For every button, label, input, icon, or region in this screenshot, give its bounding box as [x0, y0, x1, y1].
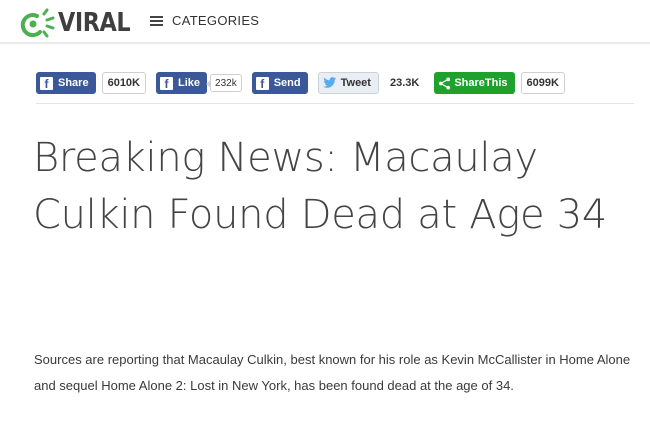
facebook-share-count: 6010K	[101, 72, 146, 94]
facebook-send-button[interactable]: f Send	[251, 72, 308, 94]
sharethis-count: 6099K	[520, 72, 565, 94]
facebook-like-label: Like	[178, 77, 201, 89]
facebook-share-button[interactable]: f Share	[36, 72, 96, 94]
site-header: VIRAL CATEGORIES	[0, 0, 650, 44]
hamburger-menu-icon	[150, 15, 163, 26]
article-body: Sources are reporting that Macaulay Culk…	[34, 352, 631, 393]
categories-label: CATEGORIES	[172, 13, 260, 28]
divider	[36, 103, 634, 104]
tweet-label: Tweet	[340, 77, 371, 89]
site-logo[interactable]: VIRAL	[18, 6, 142, 40]
facebook-icon: f	[160, 76, 173, 91]
sharethis-label: ShareThis	[454, 77, 508, 89]
article-headline: Breaking News: Macaulay Culkin Found Dea…	[33, 135, 608, 238]
share-icon	[439, 76, 451, 90]
facebook-share-label: Share	[58, 77, 89, 89]
logo-text: VIRAL	[58, 8, 131, 38]
tweet-button[interactable]: Tweet	[317, 72, 379, 94]
twitter-bird-icon	[322, 77, 337, 88]
facebook-icon: f	[255, 76, 269, 91]
facebook-like-count: 232k	[206, 74, 242, 92]
tweet-count: 23.3K	[384, 72, 425, 94]
facebook-send-label: Send	[273, 77, 301, 89]
sharethis-button[interactable]: ShareThis	[434, 72, 515, 94]
facebook-like-button[interactable]: f Like	[156, 72, 208, 94]
categories-menu-button[interactable]: CATEGORIES	[150, 13, 259, 28]
facebook-icon: f	[40, 76, 53, 91]
share-bar: f Share 6010K f Like 232k f Send Tweet 2…	[36, 71, 565, 95]
viral-logo-icon	[20, 8, 55, 38]
